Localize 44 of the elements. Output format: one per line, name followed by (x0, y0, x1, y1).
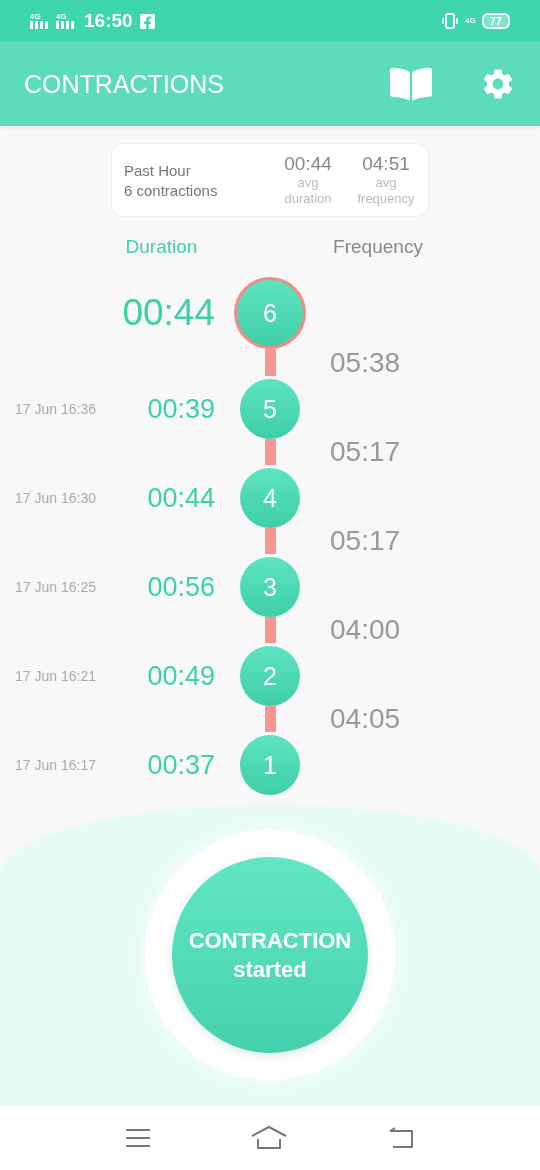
entry-duration: 00:56 (147, 571, 215, 603)
status-time: 16:50 (84, 10, 133, 32)
entry-frequency: 05:17 (329, 524, 402, 557)
entry-frequency: 05:38 (329, 346, 402, 379)
entry-frequency: 04:00 (329, 613, 402, 646)
entry-duration: 00:44 (122, 292, 215, 334)
stat-value: 04:51 (362, 153, 410, 175)
network-type: 4G (465, 17, 476, 25)
entry-date: 17 Jun 16:36 (14, 401, 96, 417)
summary-period: Past Hour (124, 161, 192, 179)
column-header: Duration (124, 236, 199, 258)
contraction-node[interactable]: 2 (240, 646, 300, 706)
app-title: CONTRACTIONS (24, 69, 225, 99)
entry-date: 17 Jun 16:21 (14, 668, 96, 684)
entry-frequency: 04:05 (329, 702, 402, 735)
entry-date: 17 Jun 16:25 (14, 579, 96, 595)
entry-frequency: 05:17 (329, 435, 402, 468)
stat-label: avg duration (283, 175, 333, 207)
stat-label: avg frequency (356, 175, 416, 207)
contraction-node[interactable]: 5 (240, 379, 300, 439)
signal-icon (30, 21, 50, 29)
menu-icon[interactable] (125, 1128, 151, 1148)
signal-icon (56, 21, 76, 29)
battery-level: 77 (481, 13, 510, 29)
contraction-node[interactable]: 4 (240, 468, 300, 528)
entry-duration: 00:49 (147, 660, 215, 692)
entry-date: 17 Jun 16:17 (14, 757, 96, 773)
column-header: Frequency (332, 236, 424, 258)
entry-date: 17 Jun 16:30 (14, 490, 96, 506)
entry-duration: 00:44 (147, 482, 215, 514)
network-type: 4G (56, 13, 67, 21)
entry-duration: 00:39 (147, 393, 215, 425)
summary-count: 6 contractions (124, 181, 219, 199)
contraction-node[interactable]: 3 (240, 557, 300, 617)
network-type: 4G (30, 13, 41, 21)
stat-value: 00:44 (284, 153, 332, 175)
contraction-node[interactable]: 6 (234, 277, 306, 349)
entry-duration: 00:37 (147, 749, 215, 781)
contraction-node[interactable]: 1 (240, 735, 300, 795)
back-icon[interactable] (387, 1126, 415, 1150)
contraction-button[interactable]: CONTRACTION started (172, 857, 368, 1053)
vibrate-icon (441, 13, 460, 29)
facebook-icon (138, 12, 156, 30)
home-icon[interactable] (251, 1126, 287, 1150)
